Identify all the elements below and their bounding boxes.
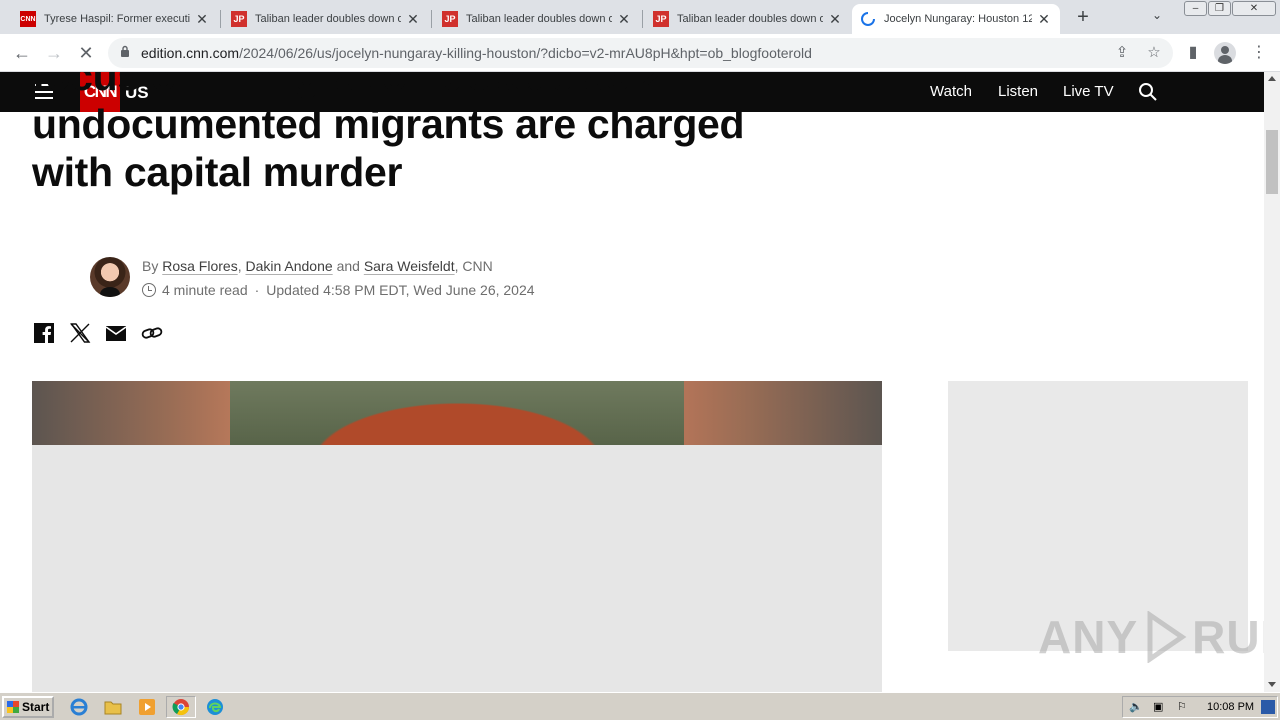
jp-favicon: JP [231, 11, 247, 27]
action-center-flag-icon[interactable]: ⚐ [1177, 700, 1187, 713]
close-window-button[interactable]: ✕ [1232, 1, 1276, 16]
copy-link-icon[interactable] [141, 322, 163, 344]
nav-watch[interactable]: Watch [930, 83, 972, 100]
windows-taskbar: Start 🔈 ▣ ⚐ 10:08 PM [0, 692, 1280, 720]
headline-line: undocumented migrants are charged [32, 101, 745, 147]
tab-title: Taliban leader doubles down on [466, 13, 612, 25]
show-desktop-icon[interactable] [1261, 700, 1275, 714]
media-player-icon[interactable] [136, 697, 158, 717]
close-tab-icon[interactable]: ✕ [194, 11, 210, 28]
hero-photo [32, 381, 882, 445]
address-bar[interactable]: edition.cnn.com/2024/06/26/us/jocelyn-nu… [108, 38, 1173, 68]
read-time: 4 minute read [162, 282, 248, 298]
anyrun-watermark: ANY RUN [1038, 610, 1280, 664]
kebab-menu-icon[interactable]: ⋮ [1248, 42, 1270, 64]
taskbar-clock[interactable]: 10:08 PM [1207, 701, 1254, 713]
author-link[interactable]: Sara Weisfeldt [364, 258, 455, 274]
profile-avatar-icon[interactable] [1214, 42, 1236, 64]
tab-separator [220, 10, 221, 28]
nav-listen[interactable]: Listen [998, 83, 1038, 100]
browser-tab[interactable]: JP Taliban leader doubles down on ✕ [645, 4, 851, 34]
browser-tab-active[interactable]: Jocelyn Nungaray: Houston 12 ✕ [852, 4, 1060, 34]
stop-loading-icon[interactable]: ✕ [74, 41, 98, 65]
browser-tab[interactable]: JP Taliban leader doubles down on ✕ [223, 4, 429, 34]
tab-title: Jocelyn Nungaray: Houston 12 [884, 13, 1032, 25]
scrollbar-thumb[interactable] [1266, 130, 1278, 194]
browser-tab[interactable]: CNN Tyrese Haspil: Former executive ✕ [12, 4, 218, 34]
meta-separator: · [254, 282, 260, 298]
scroll-up-arrow-icon[interactable] [1268, 76, 1276, 81]
author-link[interactable]: Dakin Andone [245, 258, 332, 274]
tab-search-chevron-icon[interactable]: ⌄ [1152, 8, 1162, 22]
author-link[interactable]: Rosa Flores [162, 258, 237, 274]
minimize-button[interactable]: – [1184, 1, 1207, 16]
volume-icon[interactable]: 🔈 [1129, 700, 1143, 713]
article-meta: 4 minute read · Updated 4:58 PM EDT, Wed… [142, 282, 535, 298]
close-tab-icon[interactable]: ✕ [616, 11, 632, 28]
facebook-share-icon[interactable] [33, 322, 55, 344]
email-share-icon[interactable] [105, 322, 127, 344]
jp-favicon: JP [442, 11, 458, 27]
byline: By Rosa Flores, Dakin Andone and Sara We… [142, 258, 493, 274]
edge-icon[interactable] [204, 697, 226, 717]
hero-image [32, 381, 882, 692]
page-viewport: CNN US Watch Listen Live TV focus of imm… [0, 72, 1280, 692]
forward-arrow-icon[interactable]: → [42, 41, 66, 65]
tab-separator [431, 10, 432, 28]
internet-explorer-icon[interactable] [68, 697, 90, 717]
new-tab-button[interactable]: + [1072, 6, 1094, 29]
bookmark-star-icon[interactable]: ☆ [1144, 43, 1164, 63]
system-tray: 🔈 ▣ ⚐ 10:08 PM [1122, 696, 1278, 718]
scroll-down-arrow-icon[interactable] [1268, 682, 1276, 687]
loading-spinner-icon [860, 11, 876, 27]
lock-icon[interactable] [120, 45, 130, 57]
byline-and: and [336, 258, 360, 274]
search-icon[interactable] [1138, 82, 1158, 102]
close-tab-icon[interactable]: ✕ [827, 11, 843, 28]
back-arrow-icon[interactable]: ← [10, 41, 34, 65]
network-icon[interactable]: ▣ [1153, 700, 1163, 713]
start-button[interactable]: Start [2, 696, 54, 718]
headline-line: focus of immigration debate as 2 [32, 72, 663, 99]
tab-title: Taliban leader doubles down on [255, 13, 401, 25]
author-avatar [90, 257, 130, 297]
browser-tab[interactable]: JP Taliban leader doubles down on ✕ [434, 4, 640, 34]
side-panel-icon[interactable]: ▮ [1182, 42, 1204, 64]
cnn-favicon: CNN [20, 11, 36, 27]
nav-live-tv[interactable]: Live TV [1063, 83, 1114, 100]
tab-title: Taliban leader doubles down on [677, 13, 823, 25]
url-text[interactable]: edition.cnn.com/2024/06/26/us/jocelyn-nu… [141, 45, 812, 61]
updated-timestamp: Updated 4:58 PM EDT, Wed June 26, 2024 [266, 282, 535, 298]
file-explorer-icon[interactable] [102, 697, 124, 717]
tab-title: Tyrese Haspil: Former executive [44, 13, 190, 25]
share-icon[interactable]: ⇪ [1112, 43, 1132, 63]
play-logo-icon [1147, 611, 1187, 663]
browser-toolbar: ← → ✕ edition.cnn.com/2024/06/26/us/joce… [0, 34, 1280, 72]
headline-line: with capital murder [32, 149, 403, 195]
article: focus of immigration debate as 2 undocum… [0, 72, 1264, 692]
tab-separator [642, 10, 643, 28]
chrome-taskbar-icon[interactable] [166, 696, 196, 718]
close-tab-icon[interactable]: ✕ [1036, 11, 1052, 28]
close-tab-icon[interactable]: ✕ [405, 11, 421, 28]
page-scrollbar[interactable] [1264, 72, 1280, 692]
url-host: edition.cnn.com [141, 45, 240, 61]
tab-strip: CNN Tyrese Haspil: Former executive ✕ JP… [0, 0, 1280, 34]
clock-icon [142, 283, 156, 297]
headline: focus of immigration debate as 2 undocum… [32, 72, 872, 196]
x-share-icon[interactable] [69, 322, 91, 344]
restore-button[interactable]: ❐ [1208, 1, 1231, 16]
byline-outlet: CNN [462, 258, 493, 274]
jp-favicon: JP [653, 11, 669, 27]
watermark-left: ANY [1038, 611, 1139, 663]
url-path: /2024/06/26/us/jocelyn-nungaray-killing-… [239, 45, 812, 61]
byline-prefix: By [142, 258, 159, 274]
